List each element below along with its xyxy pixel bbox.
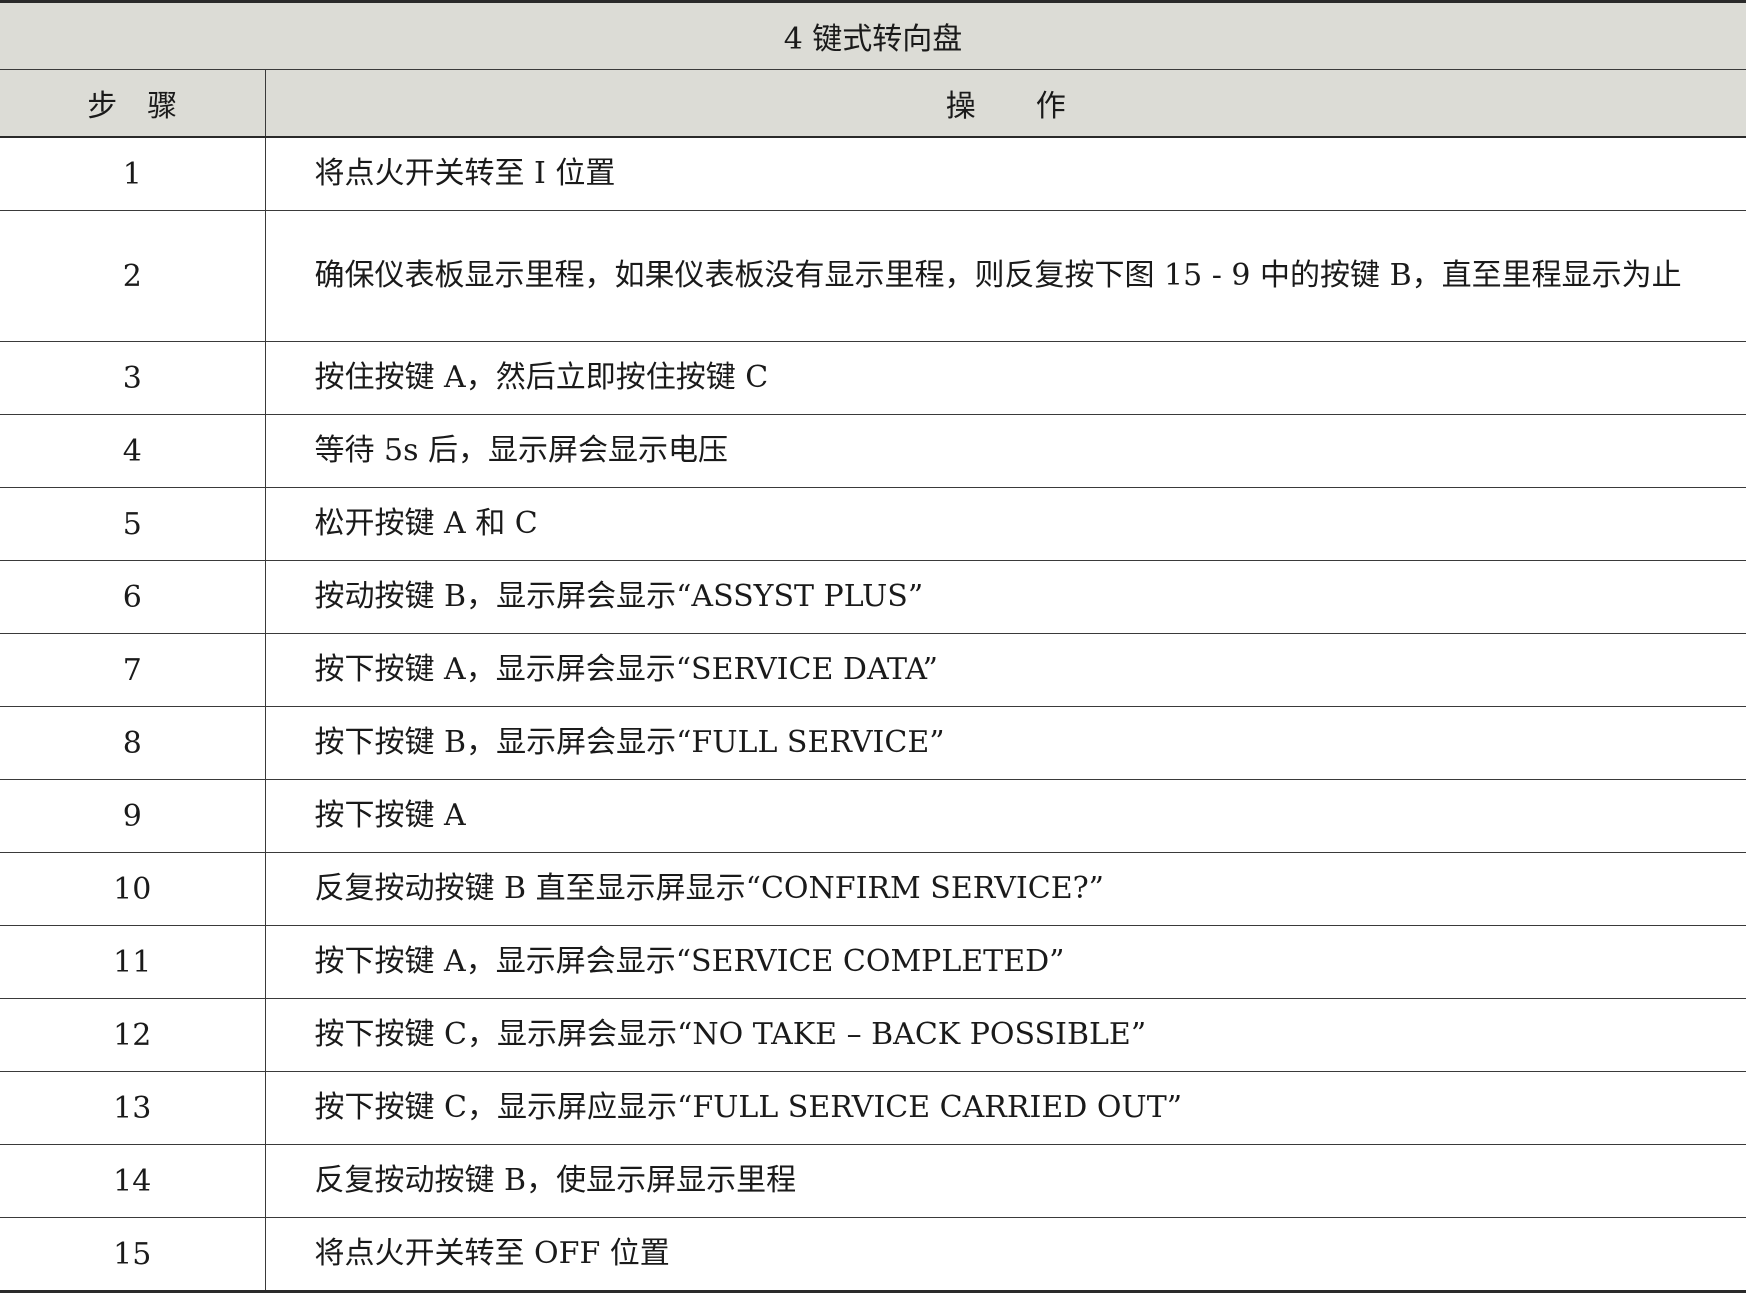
operation-column-header: 操作 (265, 69, 1746, 138)
table-row: 5 松开按键 A 和 C (0, 487, 1746, 561)
operation-text: 按下按键 A，显示屏会显示“SERVICE DATA” (265, 633, 1746, 707)
operation-text: 按下按键 C，显示屏会显示“NO TAKE – BACK POSSIBLE” (265, 998, 1746, 1072)
operation-text: 按动按键 B，显示屏会显示“ASSYST PLUS” (265, 560, 1746, 634)
operation-text: 反复按动按键 B 直至显示屏显示“CONFIRM SERVICE?” (265, 852, 1746, 926)
table-row: 11 按下按键 A，显示屏会显示“SERVICE COMPLETED” (0, 925, 1746, 999)
table-row: 13 按下按键 C，显示屏应显示“FULL SERVICE CARRIED OU… (0, 1071, 1746, 1145)
step-number: 15 (0, 1217, 266, 1293)
step-column-header: 步骤 (0, 69, 266, 138)
step-number: 13 (0, 1071, 266, 1145)
step-number: 1 (0, 137, 266, 211)
step-number: 9 (0, 779, 266, 853)
operation-text: 按下按键 A (265, 779, 1746, 853)
step-number: 14 (0, 1144, 266, 1218)
operation-text: 等待 5s 后，显示屏会显示电压 (265, 414, 1746, 488)
step-number: 11 (0, 925, 266, 999)
table-row: 14 反复按动按键 B，使显示屏显示里程 (0, 1144, 1746, 1218)
operation-text: 按下按键 A，显示屏会显示“SERVICE COMPLETED” (265, 925, 1746, 999)
table-row: 4 等待 5s 后，显示屏会显示电压 (0, 414, 1746, 488)
table-row: 6 按动按键 B，显示屏会显示“ASSYST PLUS” (0, 560, 1746, 634)
table-row: 9 按下按键 A (0, 779, 1746, 853)
table-row: 7 按下按键 A，显示屏会显示“SERVICE DATA” (0, 633, 1746, 707)
table-row: 10 反复按动按键 B 直至显示屏显示“CONFIRM SERVICE?” (0, 852, 1746, 926)
procedure-table-container: 4 键式转向盘 步骤 操作 1 将点火开关转至 I 位置 2 确保仪表板显示里程… (0, 0, 1746, 1293)
table-row: 1 将点火开关转至 I 位置 (0, 137, 1746, 211)
step-number: 10 (0, 852, 266, 926)
table-title-row: 4 键式转向盘 (0, 0, 1746, 70)
procedure-table: 4 键式转向盘 步骤 操作 1 将点火开关转至 I 位置 2 确保仪表板显示里程… (0, 0, 1746, 1293)
table-row: 12 按下按键 C，显示屏会显示“NO TAKE – BACK POSSIBLE… (0, 998, 1746, 1072)
step-number: 6 (0, 560, 266, 634)
step-number: 8 (0, 706, 266, 780)
table-row: 8 按下按键 B，显示屏会显示“FULL SERVICE” (0, 706, 1746, 780)
table-row: 2 确保仪表板显示里程，如果仪表板没有显示里程，则反复按下图 15 - 9 中的… (0, 210, 1746, 342)
operation-text: 确保仪表板显示里程，如果仪表板没有显示里程，则反复按下图 15 - 9 中的按键… (265, 210, 1746, 342)
table-row: 3 按住按键 A，然后立即按住按键 C (0, 341, 1746, 415)
step-number: 5 (0, 487, 266, 561)
operation-text: 按下按键 B，显示屏会显示“FULL SERVICE” (265, 706, 1746, 780)
operation-text: 按下按键 C，显示屏应显示“FULL SERVICE CARRIED OUT” (265, 1071, 1746, 1145)
operation-text: 松开按键 A 和 C (265, 487, 1746, 561)
table-row: 15 将点火开关转至 OFF 位置 (0, 1217, 1746, 1293)
step-number: 4 (0, 414, 266, 488)
step-number: 7 (0, 633, 266, 707)
operation-text: 反复按动按键 B，使显示屏显示里程 (265, 1144, 1746, 1218)
operation-text: 将点火开关转至 OFF 位置 (265, 1217, 1746, 1293)
step-number: 2 (0, 210, 266, 342)
table-header-row: 步骤 操作 (0, 69, 1746, 138)
step-number: 12 (0, 998, 266, 1072)
step-number: 3 (0, 341, 266, 415)
operation-text: 按住按键 A，然后立即按住按键 C (265, 341, 1746, 415)
table-title: 4 键式转向盘 (0, 0, 1746, 70)
operation-text: 将点火开关转至 I 位置 (265, 137, 1746, 211)
